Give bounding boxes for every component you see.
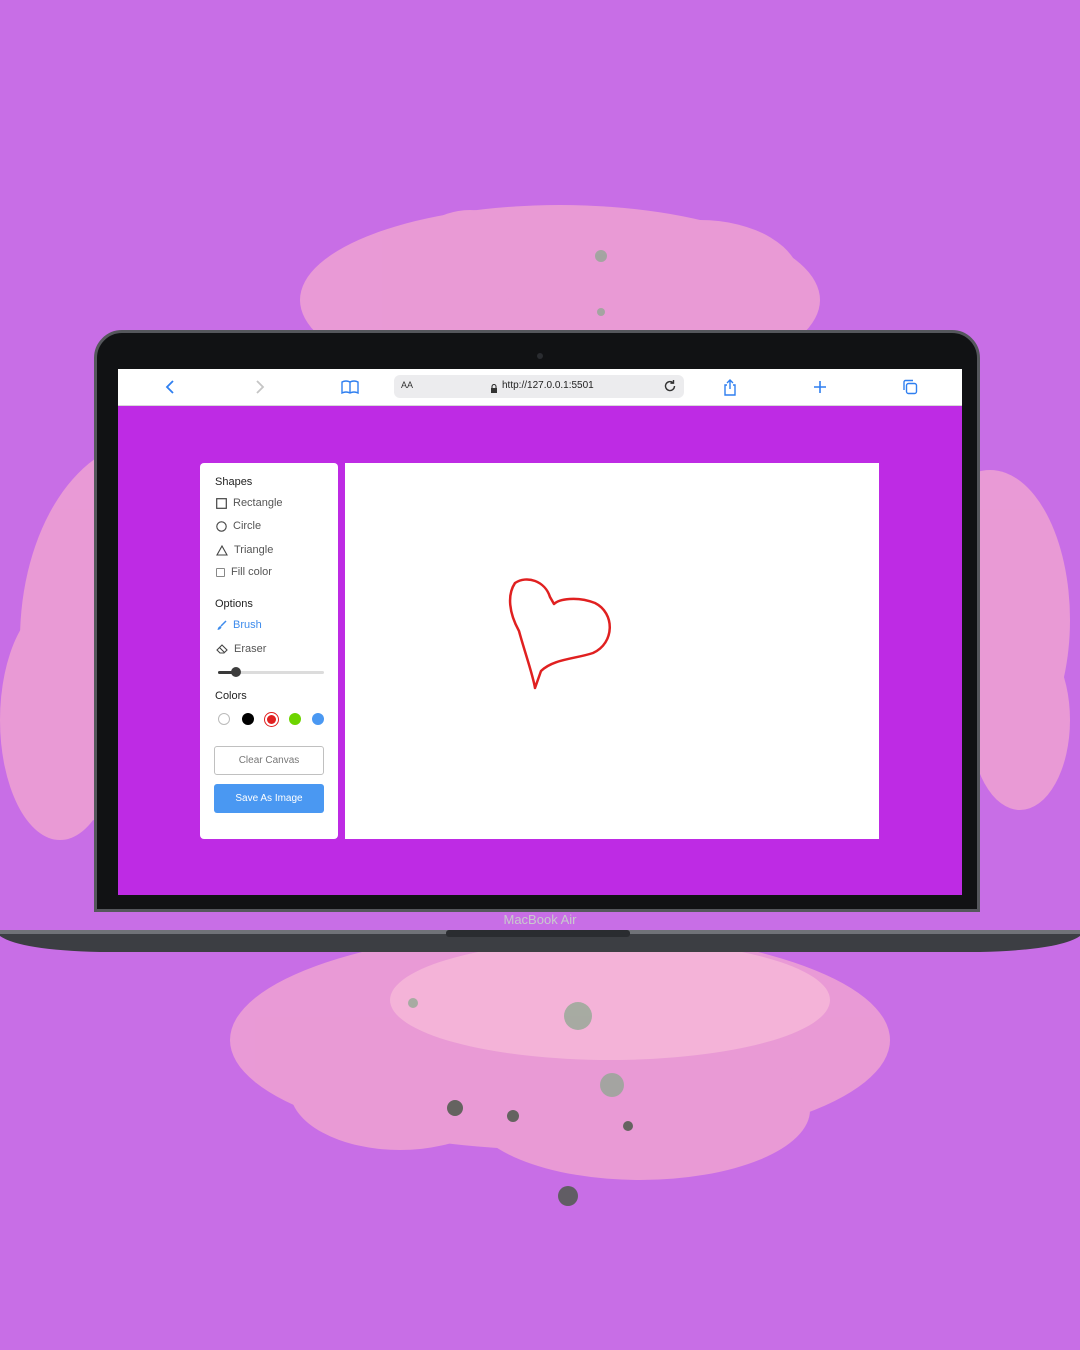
bookmarks-book-icon[interactable]: [338, 375, 362, 399]
circle-outline-icon: [216, 520, 227, 532]
forward-arrow-icon[interactable]: [248, 375, 272, 399]
new-tab-plus-icon[interactable]: [808, 375, 832, 399]
url-text: http://127.0.0.1:5501: [502, 380, 594, 391]
shape-triangle[interactable]: Triangle: [216, 544, 273, 556]
canvas-drawing: [508, 578, 611, 690]
fill-color-checkbox[interactable]: [216, 567, 225, 577]
square-outline-icon: [216, 497, 227, 509]
option-brush[interactable]: Brush: [216, 619, 262, 631]
option-eraser-label: Eraser: [234, 643, 267, 655]
color-swatch[interactable]: [241, 713, 254, 725]
laptop-lid: AA http://127.0.0.1:5501 Shapes Rectangl…: [94, 330, 980, 912]
fill-color-toggle[interactable]: Fill color: [216, 566, 272, 578]
heart-stroke: [508, 578, 611, 690]
brush-size-thumb[interactable]: [231, 667, 242, 677]
browser-screen: AA http://127.0.0.1:5501 Shapes Rectangl…: [118, 369, 962, 895]
option-eraser[interactable]: Eraser: [216, 643, 266, 655]
tabs-overview-icon[interactable]: [898, 375, 922, 399]
fill-color-label: Fill color: [231, 566, 272, 578]
brush-icon: [217, 619, 227, 630]
triangle-outline-icon: [216, 544, 228, 556]
laptop-base: [0, 930, 1080, 952]
laptop-model-label: MacBook Air: [503, 912, 577, 927]
back-arrow-icon[interactable]: [158, 375, 182, 399]
drawing-canvas[interactable]: [345, 463, 879, 839]
shape-rectangle[interactable]: Rectangle: [216, 497, 283, 509]
share-icon[interactable]: [718, 375, 742, 399]
shape-circle[interactable]: Circle: [216, 520, 261, 532]
shapes-title: Shapes: [215, 476, 253, 488]
shape-circle-label: Circle: [233, 520, 262, 532]
lock-icon: [490, 381, 498, 399]
options-title: Options: [215, 598, 253, 610]
shape-triangle-label: Triangle: [234, 544, 274, 556]
option-brush-label: Brush: [233, 619, 262, 631]
save-as-image-button[interactable]: Save As Image: [214, 784, 324, 813]
colors-title: Colors: [215, 690, 247, 702]
browser-toolbar: AA http://127.0.0.1:5501: [118, 369, 962, 406]
color-swatch[interactable]: [288, 713, 301, 725]
clear-canvas-button[interactable]: Clear Canvas: [214, 746, 324, 775]
brush-size-slider[interactable]: [218, 667, 324, 677]
color-swatch[interactable]: [266, 714, 276, 724]
webcam: [537, 353, 543, 359]
color-swatch[interactable]: [312, 713, 324, 725]
text-size-button[interactable]: AA: [401, 380, 413, 390]
tools-panel: Shapes Rectangle Circle Triangle Fill co…: [200, 463, 338, 839]
eraser-icon: [216, 644, 228, 654]
shape-rectangle-label: Rectangle: [233, 497, 283, 509]
reload-icon[interactable]: [662, 378, 678, 399]
color-swatch[interactable]: [218, 713, 230, 725]
address-bar[interactable]: AA http://127.0.0.1:5501: [394, 375, 684, 398]
